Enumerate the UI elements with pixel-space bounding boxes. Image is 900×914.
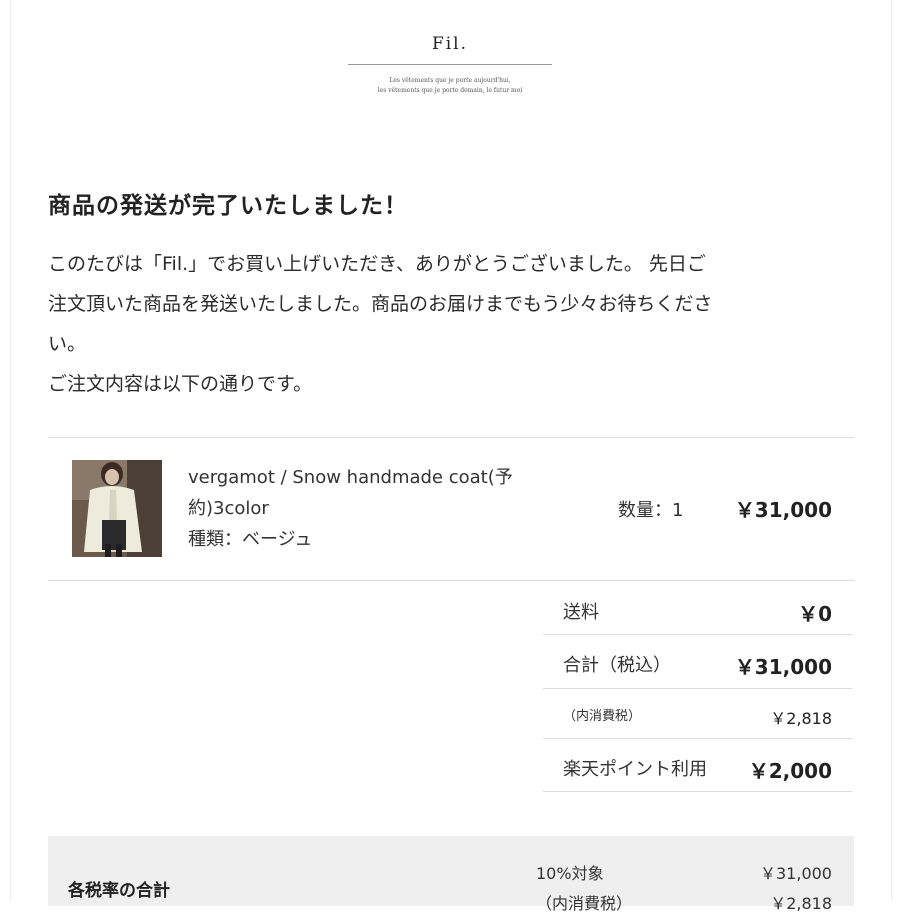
product-thumbnail[interactable] xyxy=(72,460,162,557)
item-bottom-divider xyxy=(48,580,854,581)
shipping-message: このたびは「Fil.」でお買い上げいただき、ありがとうございました。 先日ご 注… xyxy=(48,244,848,404)
item-top-divider xyxy=(48,437,854,438)
message-line: このたびは「Fil.」でお買い上げいただき、ありがとうございました。 先日ご xyxy=(48,253,706,275)
summary-label: 楽天ポイント利用 xyxy=(563,759,707,780)
product-info: vergamot / Snow handmade coat(予 約)3color… xyxy=(188,462,568,555)
summary-value: ￥31,000 xyxy=(734,655,832,679)
product-variant: 種類：ベージュ xyxy=(188,529,313,550)
tax-label: 10%対象 xyxy=(536,864,604,883)
product-name-line-1[interactable]: vergamot / Snow handmade coat(予 xyxy=(188,462,568,493)
message-line: い。 xyxy=(48,333,87,355)
summary-row-rakuten-points: 楽天ポイント利用 ￥2,000 xyxy=(543,738,852,792)
summary-row-included-tax: （内消費税） ￥2,818 xyxy=(543,688,852,739)
summary-label: 送料 xyxy=(563,602,599,623)
tax-summary-title: 各税率の合計 xyxy=(68,881,170,901)
product-price: ￥31,000 xyxy=(734,498,832,522)
page-title: 商品の発送が完了いたしました！ xyxy=(48,193,408,219)
message-line: ご注文内容は以下の通りです。 xyxy=(48,373,313,395)
product-photo-image xyxy=(72,460,162,557)
logo-divider xyxy=(348,64,552,65)
summary-value: ￥2,000 xyxy=(748,759,832,783)
summary-row-total: 合計（税込） ￥31,000 xyxy=(543,634,852,689)
summary-value: ￥2,818 xyxy=(770,709,832,728)
brand-tagline-2: les vêtements que je porte demain, le fu… xyxy=(377,87,523,94)
message-line: 注文頂いた商品を発送いたしました。商品のお届けまでもう少々お待ちくださ xyxy=(48,293,713,315)
summary-value: ￥0 xyxy=(798,602,832,626)
tax-value: ￥31,000 xyxy=(760,864,832,883)
brand-logo: Fil. xyxy=(431,34,469,54)
tax-label: （内消費税） xyxy=(536,894,633,913)
tax-rate-summary: 各税率の合計 10%対象 ￥31,000 （内消費税） ￥2,818 xyxy=(48,836,854,913)
summary-row-shipping: 送料 ￥0 xyxy=(543,582,852,635)
summary-label: 合計（税込） xyxy=(563,655,671,676)
tax-value: ￥2,818 xyxy=(770,894,832,913)
product-name-line-2[interactable]: 約)3color xyxy=(188,493,568,524)
summary-label: （内消費税） xyxy=(563,709,642,724)
product-quantity: 数量：1 xyxy=(618,500,684,521)
